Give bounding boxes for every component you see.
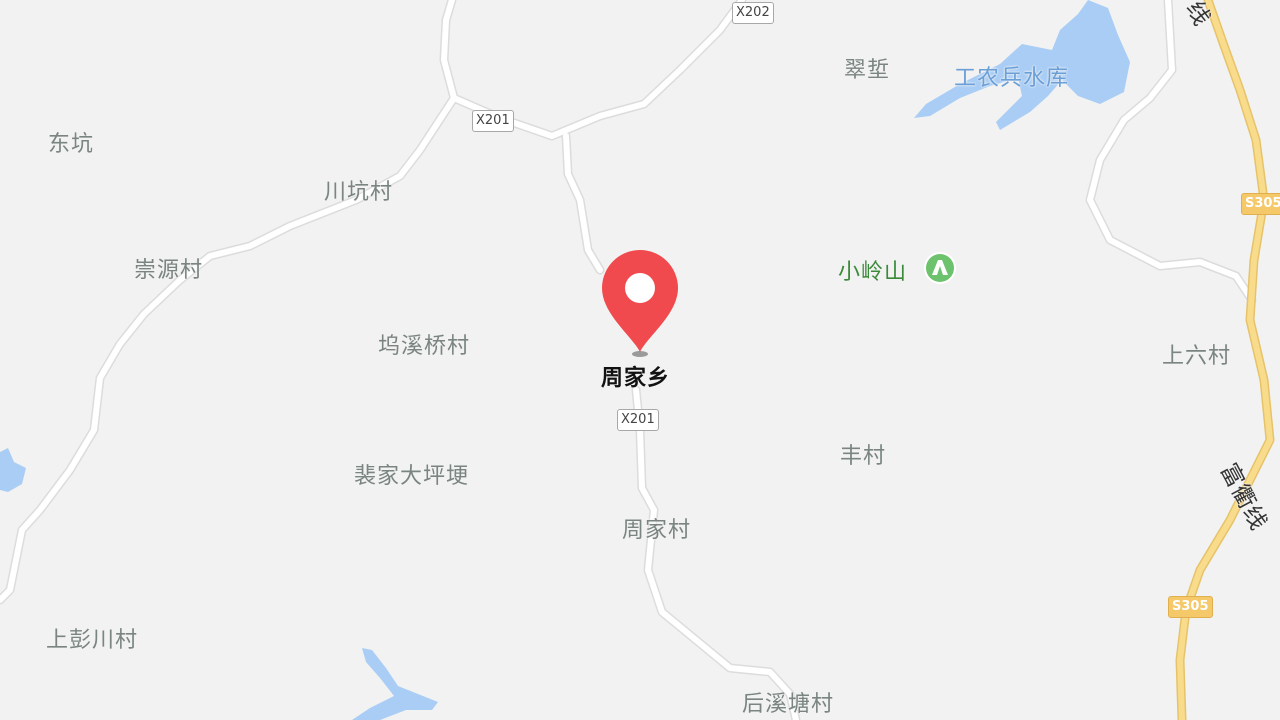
place-label[interactable]: 周家村 [622,512,691,544]
road-shield-s305: S305 [1241,193,1280,215]
place-label[interactable]: 坞溪桥村 [378,328,470,360]
stream-south [352,648,438,720]
place-label[interactable]: 上彭川村 [46,622,138,654]
place-label[interactable]: 川坑村 [324,174,393,206]
road-shield-x201: X201 [472,110,514,132]
map-pin-icon[interactable] [598,246,682,360]
road-shield-x201: X201 [617,409,659,431]
place-label[interactable]: 崇源村 [134,252,203,284]
road-shield-s305: S305 [1168,596,1213,618]
selected-place-label[interactable]: 周家乡 [601,360,670,392]
place-label[interactable]: 东坑 [48,126,94,158]
pond-west [0,448,26,492]
poi-label-xiaolingshan[interactable]: 小岭山 [838,254,907,286]
mountain-icon[interactable] [923,251,957,285]
map-view[interactable]: X202 X201 X201 S305 S305 翠埑 工农兵水库 东坑 川坑村… [0,0,1280,720]
place-label[interactable]: 裴家大坪埂 [354,458,469,490]
place-label[interactable]: 翠埑 [844,52,890,84]
water-label-reservoir[interactable]: 工农兵水库 [954,60,1069,92]
place-label[interactable]: 丰村 [840,438,886,470]
place-label[interactable]: 后溪塘村 [742,686,834,718]
road-shield-x202: X202 [732,2,774,24]
place-label[interactable]: 上六村 [1162,338,1231,370]
